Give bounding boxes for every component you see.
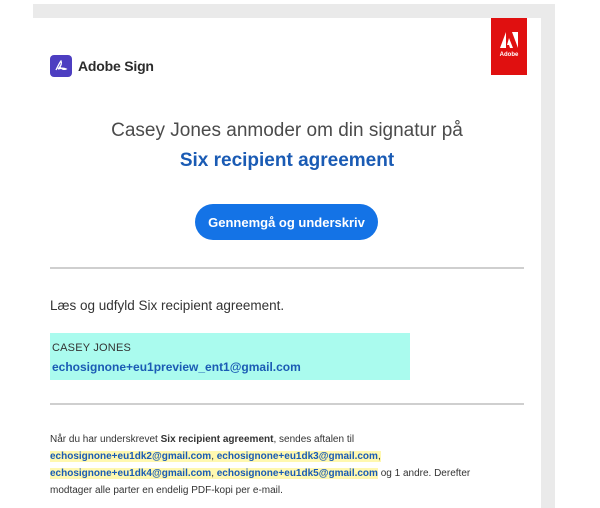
divider xyxy=(50,267,524,269)
sender-email-link[interactable]: echosignone+eu1preview_ent1@gmail.com xyxy=(52,360,301,374)
email-frame: Adobe Sign Adobe Casey Jones anmoder om … xyxy=(33,4,555,508)
divider xyxy=(50,403,524,405)
info-prefix: Når du har underskrevet xyxy=(50,434,161,445)
request-headline: Casey Jones anmoder om din signatur på xyxy=(111,120,463,141)
recipient-email-link[interactable]: echosignone+eu1dk5@gmail.com xyxy=(217,468,378,479)
recipient-highlight: echosignone+eu1dk4@gmail.com, echosignon… xyxy=(50,468,378,479)
info-last-line: modtager alle parter en endelig PDF-kopi… xyxy=(50,485,283,496)
recipients-info: Når du har underskrevet Six recipient ag… xyxy=(50,431,530,499)
email-card: Adobe Sign Adobe Casey Jones anmoder om … xyxy=(33,18,541,508)
recipient-email-link[interactable]: echosignone+eu1dk4@gmail.com xyxy=(50,468,211,479)
agreement-title: Six recipient agreement xyxy=(179,150,395,171)
info-agreement-name: Six recipient agreement xyxy=(160,434,274,445)
sender-block: CASEY JONES echosignone+eu1preview_ent1@… xyxy=(50,333,410,380)
review-and-sign-button[interactable]: Gennemgå og underskriv xyxy=(195,204,378,240)
adobe-badge-text: Adobe xyxy=(499,52,519,58)
sender-name: CASEY JONES xyxy=(52,342,132,354)
adobe-sign-logo-icon xyxy=(50,55,72,77)
recipient-email-link[interactable]: echosignone+eu1dk2@gmail.com xyxy=(50,451,211,462)
info-after-agreement: , sendes aftalen til xyxy=(273,434,355,445)
brand-name: Adobe Sign xyxy=(78,58,154,74)
recipient-highlight: echosignone+eu1dk2@gmail.com, echosignon… xyxy=(50,451,381,462)
brand-header: Adobe Sign xyxy=(50,55,154,77)
adobe-a-icon xyxy=(500,32,518,48)
info-tail: og 1 andre. Derefter xyxy=(377,468,471,479)
adobe-logo-badge: Adobe xyxy=(491,18,527,75)
instruction-text: Læs og udfyld Six recipient agreement. xyxy=(50,298,285,313)
recipient-email-link[interactable]: echosignone+eu1dk3@gmail.com xyxy=(217,451,378,462)
separator: , xyxy=(377,451,381,462)
